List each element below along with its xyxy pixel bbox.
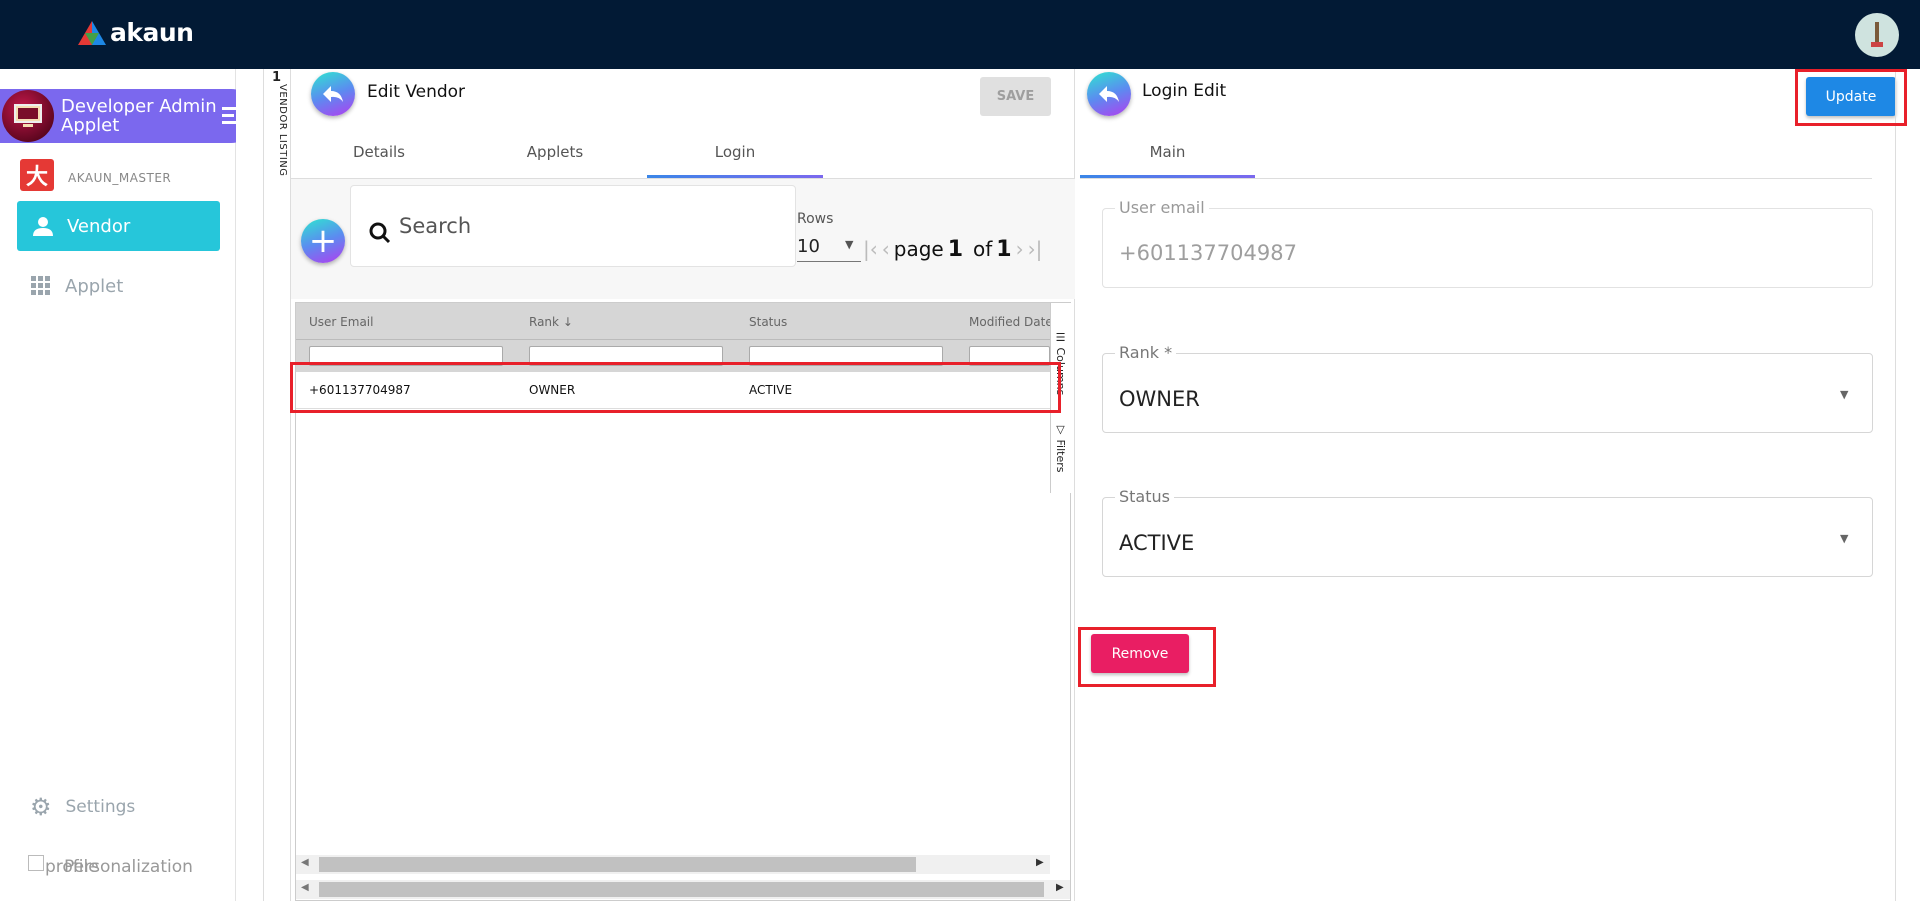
sidebar-item-vendor[interactable]: Vendor xyxy=(17,201,220,251)
tab-login[interactable]: Login xyxy=(647,143,823,161)
sidebar-item-applet[interactable]: Applet xyxy=(31,274,123,298)
applet-title-line1: Developer Admin xyxy=(61,96,217,117)
column-header-user-email[interactable]: User Email xyxy=(309,315,373,329)
panel-title: Login Edit xyxy=(1142,81,1227,101)
sidebar xyxy=(0,69,236,901)
filters-label: Filters xyxy=(1054,439,1067,473)
last-page-icon[interactable]: ›| xyxy=(1028,237,1043,261)
scroll-left-icon[interactable]: ◀ xyxy=(301,857,309,868)
rank-label: Rank * xyxy=(1115,343,1177,362)
user-email-value: +601137704987 xyxy=(1119,241,1297,265)
tab-divider xyxy=(1080,178,1872,179)
rank-label: Rank xyxy=(529,315,559,329)
page-current: 1 xyxy=(947,237,964,262)
search-icon xyxy=(369,222,391,244)
search-placeholder: Search xyxy=(399,214,472,238)
reply-arrow-icon xyxy=(323,86,343,102)
gear-icon: ⚙ xyxy=(30,793,52,821)
tab-applets[interactable]: Applets xyxy=(467,143,643,161)
next-page-icon[interactable]: › xyxy=(1016,237,1024,261)
plus-icon: + xyxy=(308,221,338,261)
sidebar-gutter xyxy=(236,69,264,901)
listing-count: 1 xyxy=(272,70,282,85)
personalization-label[interactable]: Personalization xyxy=(64,857,193,877)
top-bar xyxy=(0,0,1920,69)
dropdown-arrow-icon: ▼ xyxy=(845,238,854,251)
sidebar-item-label: Applet xyxy=(65,275,124,297)
akaun-logo[interactable]: akaun xyxy=(78,18,194,47)
avatar-icon xyxy=(1871,22,1883,47)
grid-icon xyxy=(31,276,50,295)
org-name: AKAUN_MASTER xyxy=(68,171,172,185)
rank-value: OWNER xyxy=(1119,387,1200,411)
highlight-update-box xyxy=(1795,69,1907,126)
profile-checkbox[interactable] xyxy=(28,855,44,871)
org-logo-icon: 大 xyxy=(20,159,54,191)
dropdown-arrow-icon: ▼ xyxy=(1840,532,1849,545)
logo-icon xyxy=(78,20,106,45)
scroll-left-icon[interactable]: ◀ xyxy=(301,882,309,893)
first-page-icon[interactable]: |‹ xyxy=(863,237,878,261)
sidebar-item-settings[interactable]: ⚙ Settings xyxy=(30,793,136,821)
vendor-listing-label[interactable]: VENDOR LISTING xyxy=(268,84,288,177)
tab-details[interactable]: Details xyxy=(291,143,467,161)
reply-arrow-icon xyxy=(1099,86,1119,102)
user-avatar[interactable] xyxy=(1855,13,1899,57)
login-edit-panel: Login Edit Update Main User email +60113… xyxy=(1075,69,1920,901)
outer-horizontal-scrollbar[interactable]: ◀ ▶ xyxy=(296,880,1070,899)
user-email-field: User email +601137704987 xyxy=(1102,198,1873,288)
add-button[interactable]: + xyxy=(301,219,345,263)
status-label: Status xyxy=(1115,487,1174,506)
column-header-status[interactable]: Status xyxy=(749,315,787,329)
panel-border xyxy=(1895,69,1896,901)
back-button[interactable] xyxy=(311,72,355,116)
scroll-right-icon[interactable]: ▶ xyxy=(1056,882,1064,893)
rows-select[interactable]: 10 ▼ xyxy=(797,234,861,262)
settings-label: Settings xyxy=(65,797,136,817)
filters-panel-toggle[interactable]: ▽ Filters xyxy=(1054,423,1067,472)
highlight-remove-box xyxy=(1078,627,1216,687)
column-header-modified-date[interactable]: Modified Date xyxy=(969,315,1050,329)
monitor-icon xyxy=(2,90,54,142)
search-input[interactable]: Search xyxy=(350,185,796,267)
logo-text: akaun xyxy=(110,18,194,47)
status-select[interactable]: Status ACTIVE ▼ xyxy=(1102,487,1873,577)
scrollbar-thumb[interactable] xyxy=(319,882,1044,897)
edit-vendor-panel: Edit Vendor SAVE Details Applets Login +… xyxy=(291,69,1075,901)
save-button[interactable]: SAVE xyxy=(980,77,1051,116)
horizontal-scrollbar[interactable]: ◀ ▶ xyxy=(296,855,1050,874)
user-email-label: User email xyxy=(1115,198,1209,217)
panel-title: Edit Vendor xyxy=(367,82,466,102)
page-word: page xyxy=(893,237,944,261)
rows-label: Rows xyxy=(797,211,834,227)
scroll-right-icon[interactable]: ▶ xyxy=(1036,857,1044,868)
vendor-listing-strip[interactable] xyxy=(264,69,291,901)
header-divider xyxy=(296,339,1050,340)
scrollbar-thumb[interactable] xyxy=(319,857,916,872)
sidebar-item-label: Vendor xyxy=(67,215,131,237)
column-header-rank[interactable]: Rank ↓ xyxy=(529,315,573,329)
of-word: of xyxy=(973,237,993,261)
rank-select[interactable]: Rank * OWNER ▼ xyxy=(1102,343,1873,433)
back-button[interactable] xyxy=(1087,72,1131,116)
sort-down-icon: ↓ xyxy=(562,315,573,329)
applet-title-line2: Applet xyxy=(61,115,120,136)
prev-page-icon[interactable]: ‹ xyxy=(882,237,890,261)
rows-value: 10 xyxy=(797,236,820,257)
dropdown-arrow-icon: ▼ xyxy=(1840,388,1849,401)
applet-title: Developer Admin Applet xyxy=(61,97,217,135)
person-icon xyxy=(33,217,53,236)
pagination: |‹ ‹ page 1 of 1 › ›| xyxy=(863,237,1042,262)
highlight-row-box xyxy=(290,362,1061,413)
status-value: ACTIVE xyxy=(1119,531,1195,555)
tab-main[interactable]: Main xyxy=(1080,143,1255,161)
page-total: 1 xyxy=(996,237,1012,262)
